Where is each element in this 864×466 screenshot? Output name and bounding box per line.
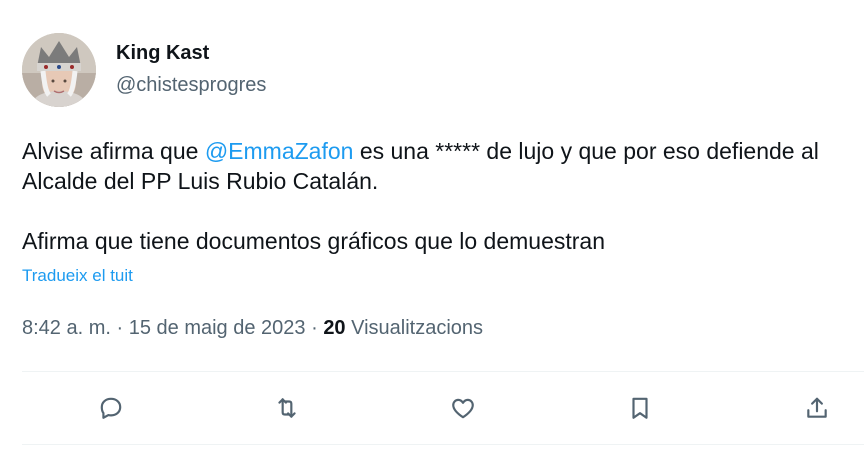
share-icon [807,397,827,418]
translate-tweet-link[interactable]: Tradueix el tuit [22,266,133,286]
views-label: Visualitzacions [351,317,484,339]
share-button[interactable] [803,394,831,422]
avatar[interactable] [22,33,96,107]
tweet-date[interactable]: 15 de maig de 2023 [129,317,306,339]
views-count: 20 [323,317,346,339]
retweet-button[interactable] [273,394,301,422]
retweet-icon [278,398,296,418]
tweet-meta: 8:42 a. m. · 15 de maig de 2023 · 20 Vis… [22,317,483,340]
like-icon [452,398,474,419]
author-name[interactable]: King Kast [116,42,209,65]
tweet-paragraph-2: Afirma que tiene documentos gráficos que… [22,228,605,254]
bookmark-icon [632,397,648,419]
divider [22,444,864,445]
reply-icon [100,397,122,419]
mention-link[interactable]: @EmmaZafon [205,138,354,164]
meta-separator: · [305,317,324,339]
tweet-text: Alvise afirma que @EmmaZafon es una ****… [22,136,842,256]
meta-separator: · [110,317,129,339]
bookmark-button[interactable] [626,394,654,422]
tweet-time[interactable]: 8:42 a. m. [22,317,111,339]
author-handle[interactable]: @chistesprogres [116,74,266,97]
action-bar [22,372,864,442]
tweet-paragraph-1: Alvise afirma que @EmmaZafon es una ****… [22,136,842,196]
tweet-text-part: Alvise afirma que [22,138,205,164]
like-button[interactable] [449,394,477,422]
reply-button[interactable] [97,394,125,422]
